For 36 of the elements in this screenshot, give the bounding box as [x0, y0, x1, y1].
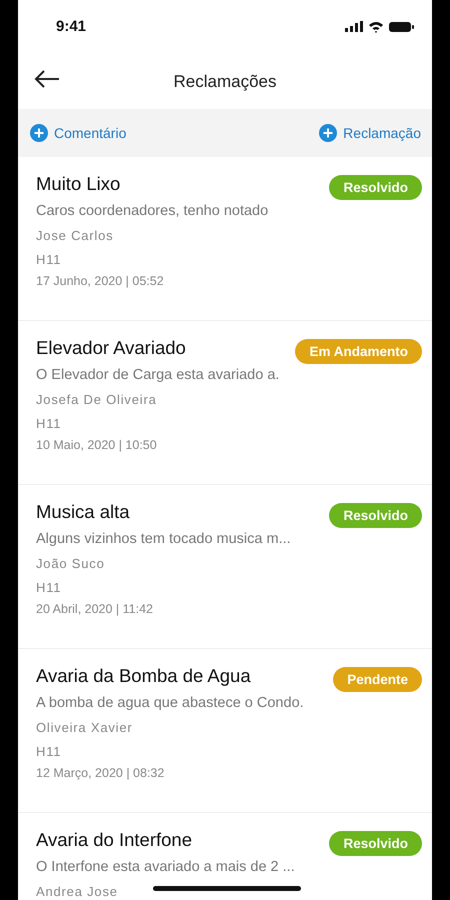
date-time: 20 Abril, 2020 | 11:42 — [36, 602, 153, 616]
page-title: Reclamações — [174, 72, 276, 92]
date-time: 10 Maio, 2020 | 10:50 — [36, 438, 157, 452]
complaint-description: O Elevador de Carga esta avariado a. — [36, 367, 280, 383]
unit-label: H11 — [36, 416, 62, 431]
complaint-description: Caros coordenadores, tenho notado — [36, 203, 268, 219]
complaint-title: Musica alta — [36, 501, 130, 523]
status-badge: Resolvido — [329, 175, 422, 200]
status-badge: Em Andamento — [295, 339, 422, 364]
complaint-title: Muito Lixo — [36, 173, 120, 195]
complaint-title: Avaria da Bomba de Agua — [36, 665, 251, 687]
add-button[interactable]: Comentário — [30, 124, 126, 142]
complaint-card[interactable]: Muito Lixo Resolvido Caros coordenadores, tenho notado Jose Carlos H11 17 Junho, 2020 | 05:52 — [18, 157, 432, 321]
unit-label: H11 — [36, 580, 62, 595]
status-badge: Resolvido — [329, 503, 422, 528]
author-name: Oliveira Xavier — [36, 720, 133, 735]
author-name: João Suco — [36, 556, 105, 571]
author-name: Jose Carlos — [36, 228, 114, 243]
complaint-card[interactable]: Elevador Avariado Em Andamento O Elevador de Carga esta avariado a. Josefa De Oliveira H11 10 Maio, 2020 | 10:50 — [18, 321, 432, 485]
complaint-card[interactable]: Avaria da Bomba de Agua Pendente A bomba de agua que abastece o Condo. Oliveira Xavier H11 12 Março, 2020 | 08:32 — [18, 649, 432, 813]
complaint-description: Alguns vizinhos tem tocado musica m... — [36, 531, 291, 547]
status-badge: Pendente — [333, 667, 422, 692]
status-badge: Resolvido — [329, 831, 422, 856]
complaint-title: Avaria do Interfone — [36, 829, 192, 851]
complaint-card[interactable]: Musica alta Resolvido Alguns vizinhos tem tocado musica m... João Suco H11 20 Abril, 2020 | 11:42 — [18, 485, 432, 649]
add-button[interactable]: Reclamação — [319, 124, 421, 142]
unit-label: H11 — [36, 252, 62, 267]
author-name: Andrea Jose — [36, 884, 118, 899]
status-time: 9:41 — [56, 18, 86, 35]
unit-label: H11 — [36, 744, 62, 759]
complaint-description: A bomba de agua que abastece o Condo. — [36, 695, 304, 711]
date-time: 17 Junho, 2020 | 05:52 — [36, 274, 164, 288]
date-time: 12 Março, 2020 | 08:32 — [36, 766, 164, 780]
complaint-description: O Interfone esta avariado a mais de 2 ... — [36, 859, 295, 875]
author-name: Josefa De Oliveira — [36, 392, 157, 407]
complaint-title: Elevador Avariado — [36, 337, 186, 359]
